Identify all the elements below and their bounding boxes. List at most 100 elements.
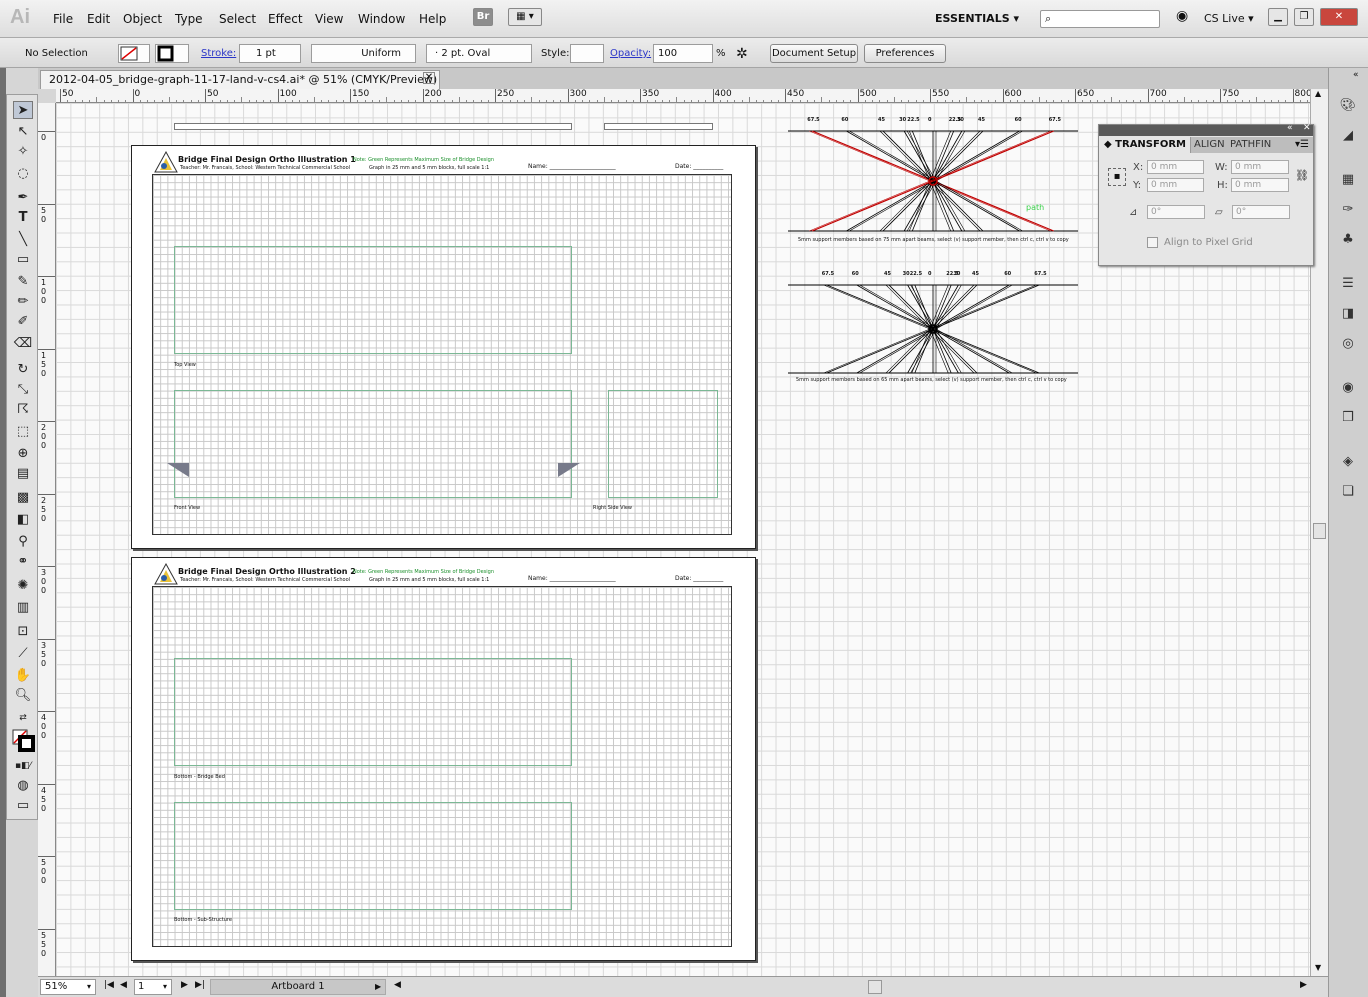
document-setup-button[interactable]: Document Setup [770, 44, 858, 63]
stroke-panel-icon[interactable]: ☰ [1339, 276, 1357, 292]
eraser-tool-icon[interactable]: ⌫ [13, 335, 33, 353]
support-diagram-2[interactable]: 67.5 60 45 30 22.5 0 22.5 30 45 60 67.5 5mm suppor… [783, 271, 1083, 391]
constrain-proportions-icon[interactable]: ⛓ [1295, 169, 1309, 182]
rectangle-tool-icon[interactable]: ▭ [13, 251, 33, 269]
scroll-right-icon[interactable]: ▶ [1300, 980, 1307, 990]
free-transform-tool-icon[interactable]: ⬚ [13, 423, 33, 441]
rotate-field[interactable]: 0° [1147, 205, 1205, 219]
style-dropdown[interactable] [570, 44, 604, 63]
close-button[interactable]: ✕ [1320, 8, 1358, 26]
document-tab[interactable]: 2012-04-05_bridge-graph-11-17-land-v-cs4… [40, 70, 440, 89]
blend-tool-icon[interactable]: ⚭ [13, 553, 33, 571]
direct-selection-tool-icon[interactable]: ↖ [13, 123, 33, 141]
width-field[interactable]: 0 mm [1231, 160, 1289, 174]
appearance-panel-icon[interactable]: ◉ [1339, 380, 1357, 396]
artboard-2[interactable]: Bridge Final Design Ortho Illustration 2… [131, 557, 756, 961]
shear-field[interactable]: 0° [1232, 205, 1290, 219]
color-mode-icons[interactable]: ▪◧⁄ [13, 757, 33, 775]
close-panel-icon[interactable]: ✕ [1303, 123, 1311, 133]
stroke-weight-field[interactable]: 1 pt [239, 44, 301, 63]
fill-stroke-widget[interactable] [11, 729, 37, 753]
transparency-panel-icon[interactable]: ◎ [1339, 336, 1357, 352]
eyedropper-tool-icon[interactable]: ⚲ [13, 533, 33, 551]
selection-tool-icon[interactable]: ➤ [13, 101, 33, 119]
menu-select[interactable]: Select [219, 12, 256, 26]
pen-tool-icon[interactable]: ✒ [13, 189, 33, 207]
next-artboard-icon[interactable]: ▶ [181, 980, 188, 990]
scroll-left-icon[interactable]: ◀ [394, 980, 401, 990]
graphic-styles-icon[interactable]: ❒ [1339, 410, 1357, 426]
tab-pathfinder[interactable]: PATHFIN [1228, 137, 1278, 153]
gradient-tool-icon[interactable]: ◧ [13, 511, 33, 529]
panel-title-bar[interactable]: «✕ [1099, 123, 1313, 136]
stroke-profile-dropdown[interactable]: Uniform [311, 44, 416, 63]
pixel-grid-checkbox[interactable] [1147, 237, 1158, 248]
scroll-down-icon[interactable]: ▼ [1315, 963, 1321, 972]
menu-view[interactable]: View [315, 12, 343, 26]
symbols-panel-icon[interactable]: ♣ [1339, 232, 1357, 248]
artboard-tool-icon[interactable]: ⊡ [13, 623, 33, 641]
color-panel-icon[interactable]: 🎨︎ [1339, 98, 1357, 114]
stroke-swatch[interactable] [155, 44, 189, 63]
zoom-tool-icon[interactable]: 🔍︎ [13, 687, 33, 705]
rotate-tool-icon[interactable]: ↻ [13, 361, 33, 379]
pencil-tool-icon[interactable]: ✏ [13, 293, 33, 311]
menu-object[interactable]: Object [123, 12, 162, 26]
stroke-label[interactable]: Stroke: [201, 48, 236, 59]
reference-point-icon[interactable]: ▪ [1108, 168, 1126, 186]
last-artboard-icon[interactable]: ▶| [195, 980, 205, 990]
paintbrush-tool-icon[interactable]: ✎ [13, 273, 33, 291]
color-guide-icon[interactable]: ◢ [1339, 128, 1357, 144]
collapse-panel-icon[interactable]: « [1287, 123, 1293, 133]
bridge-button[interactable]: Br [473, 8, 493, 26]
scroll-up-icon[interactable]: ▲ [1315, 89, 1321, 98]
type-tool-icon[interactable]: T [13, 209, 33, 227]
height-field[interactable]: 0 mm [1231, 178, 1289, 192]
line-tool-icon[interactable]: ╲ [13, 231, 33, 249]
menu-edit[interactable]: Edit [87, 12, 110, 26]
column-graph-tool-icon[interactable]: ▥ [13, 599, 33, 617]
brush-dropdown[interactable]: · 2 pt. Oval [426, 44, 532, 63]
menu-file[interactable]: File [53, 12, 73, 26]
opacity-field[interactable]: 100 [653, 44, 713, 63]
close-tab-icon[interactable]: ✕ [423, 72, 435, 84]
screen-mode-icon[interactable]: ▭ [13, 797, 33, 815]
x-field[interactable]: 0 mm [1147, 160, 1204, 174]
y-field[interactable]: 0 mm [1147, 178, 1204, 192]
cslive-menu[interactable]: CS Live ▾ [1204, 12, 1254, 25]
hand-tool-icon[interactable]: ✋ [13, 667, 33, 685]
artboard-1[interactable]: Bridge Final Design Ortho Illustration 1… [131, 145, 756, 549]
zoom-dropdown[interactable]: 51% ▾ [40, 979, 96, 995]
search-input[interactable]: ⌕ [1040, 10, 1160, 28]
preferences-button[interactable]: Preferences [864, 44, 946, 63]
support-diagram-1[interactable]: 67.5 60 45 30 22.5 0 22.5 30 45 60 67.5 path 5mm s… [783, 117, 1083, 247]
first-artboard-icon[interactable]: |◀ [104, 980, 114, 990]
status-info-dropdown[interactable]: Artboard 1 ▶ [210, 979, 386, 995]
scale-tool-icon[interactable]: ⤡ [13, 381, 33, 399]
scroll-thumb[interactable] [1313, 523, 1326, 539]
menu-window[interactable]: Window [358, 12, 405, 26]
gradient-panel-icon[interactable]: ◨ [1339, 306, 1357, 322]
menu-type[interactable]: Type [175, 12, 203, 26]
artboard-number-field[interactable]: 1 ▾ [134, 979, 172, 995]
swap-colors-icon[interactable]: ⇄ [13, 709, 33, 727]
shape-builder-tool-icon[interactable]: ⊕ [13, 445, 33, 463]
warp-tool-icon[interactable]: ☈ [13, 401, 33, 419]
menu-help[interactable]: Help [419, 12, 446, 26]
tab-align[interactable]: ALIGN [1191, 137, 1228, 153]
opacity-label[interactable]: Opacity: [610, 48, 651, 59]
lasso-tool-icon[interactable]: ◌ [13, 165, 33, 183]
arrange-documents-button[interactable]: ▦ ▾ [508, 8, 542, 26]
expand-dock-icon[interactable]: « [1353, 70, 1359, 80]
prev-artboard-icon[interactable]: ◀ [120, 980, 127, 990]
mesh-tool-icon[interactable]: ▩ [13, 489, 33, 507]
magic-wand-tool-icon[interactable]: ✧ [13, 143, 33, 161]
restore-button[interactable]: ❐ [1294, 8, 1314, 26]
slice-tool-icon[interactable]: ⟋ [13, 645, 33, 663]
workspace-switcher[interactable]: ESSENTIALS ▾ [935, 12, 1019, 25]
blob-brush-tool-icon[interactable]: ✐ [13, 313, 33, 331]
artboards-panel-icon[interactable]: ❏ [1339, 484, 1357, 500]
panel-menu-icon[interactable]: ▾☰ [1278, 137, 1313, 153]
recolor-icon[interactable]: ✲ [736, 46, 748, 62]
layers-panel-icon[interactable]: ◈ [1339, 454, 1357, 470]
